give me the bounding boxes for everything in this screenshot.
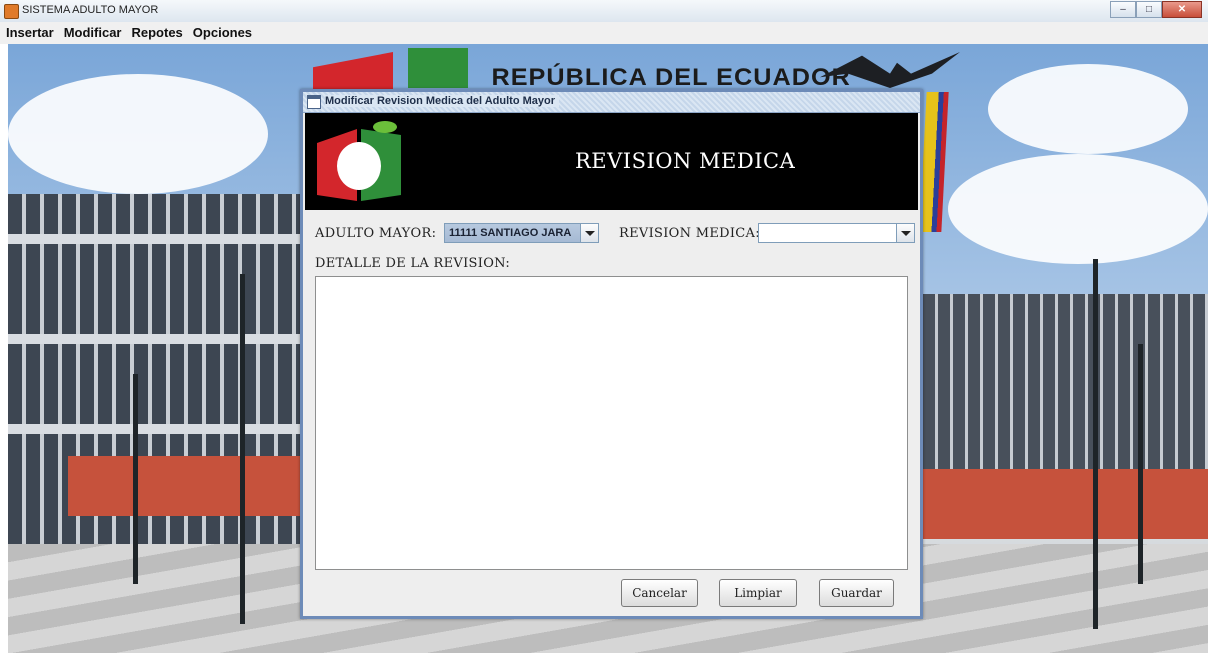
- clear-button[interactable]: Limpiar: [719, 579, 797, 607]
- republica-banner-text: REPÚBLICA DEL ECUADOR: [491, 64, 851, 91]
- dialog-title: Modificar Revision Medica del Adulto May…: [325, 95, 560, 107]
- cloud: [948, 154, 1208, 264]
- minimize-icon[interactable]: –: [1110, 1, 1136, 18]
- adulto-mayor-value: 11111 SANTIAGO JARA: [445, 224, 580, 242]
- revision-medica-label: REVISION MEDICA:: [619, 226, 760, 241]
- brick-wall: [68, 456, 308, 516]
- lamp-post: [133, 374, 138, 584]
- menu-bar: Insertar Modificar Repotes Opciones: [0, 22, 1208, 44]
- main-window-titlebar: SISTEMA ADULTO MAYOR – □ ✕: [0, 0, 1208, 23]
- menu-modificar[interactable]: Modificar: [64, 22, 122, 44]
- menu-opciones[interactable]: Opciones: [193, 22, 252, 44]
- header-title: REVISION MEDICA: [575, 149, 796, 173]
- ecuador-emblem-red: [313, 52, 393, 90]
- menu-insertar[interactable]: Insertar: [6, 22, 54, 44]
- revision-medica-value: [759, 224, 896, 242]
- header-banner: REVISION MEDICA: [305, 113, 918, 210]
- institution-logo-icon: [317, 121, 401, 201]
- adulto-mayor-label: ADULTO MAYOR:: [315, 226, 437, 241]
- chevron-down-icon[interactable]: [896, 224, 914, 242]
- maximize-icon[interactable]: □: [1136, 1, 1162, 18]
- cancel-button[interactable]: Cancelar: [621, 579, 698, 607]
- menu-repotes[interactable]: Repotes: [132, 22, 183, 44]
- save-button[interactable]: Guardar: [819, 579, 894, 607]
- cloud: [988, 64, 1188, 154]
- ecuador-emblem-green: [408, 48, 468, 88]
- brick-wall: [923, 469, 1208, 539]
- ecuador-flag: [919, 92, 949, 232]
- detalle-revision-label: DETALLE DE LA REVISION:: [315, 256, 511, 271]
- lamp-post: [240, 274, 245, 624]
- dialog-titlebar[interactable]: Modificar Revision Medica del Adulto May…: [303, 92, 920, 113]
- chevron-down-icon[interactable]: [580, 224, 598, 242]
- lamp-post: [1138, 344, 1143, 584]
- window-icon: [307, 95, 321, 109]
- detalle-revision-textarea[interactable]: [315, 276, 908, 570]
- window-controls: – □ ✕: [1110, 1, 1202, 18]
- adulto-mayor-select[interactable]: 11111 SANTIAGO JARA: [444, 223, 599, 243]
- cloud: [8, 74, 268, 194]
- modificar-revision-dialog: Modificar Revision Medica del Adulto May…: [300, 89, 923, 619]
- close-icon[interactable]: ✕: [1162, 1, 1202, 18]
- main-window-title: SISTEMA ADULTO MAYOR: [22, 4, 159, 16]
- java-app-icon: [4, 4, 19, 19]
- lamp-post: [1093, 259, 1098, 629]
- revision-medica-select[interactable]: [758, 223, 915, 243]
